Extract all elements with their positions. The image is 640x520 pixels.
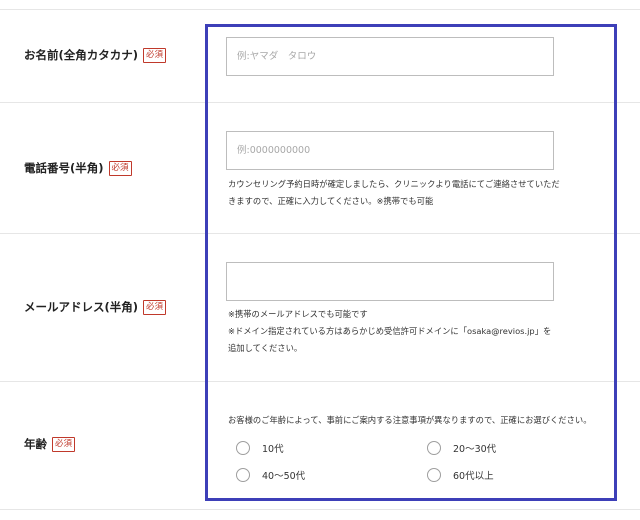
radio-button[interactable] xyxy=(236,441,250,455)
row-divider xyxy=(0,233,640,234)
radio-button[interactable] xyxy=(236,468,250,482)
email-input[interactable] xyxy=(226,262,554,301)
email-note-line: ※ドメイン指定されている方はあらかじめ受信許可ドメインに「osaka@revio… xyxy=(228,326,552,336)
required-badge: 必須 xyxy=(52,436,76,452)
required-badge: 必須 xyxy=(143,47,167,63)
phone-input[interactable] xyxy=(226,131,554,170)
row-divider xyxy=(0,381,640,382)
required-badge: 必須 xyxy=(108,160,132,176)
email-label-text: メールアドレス(半角) xyxy=(24,300,139,314)
phone-note-line: カウンセリング予約日時が確定しましたら、クリニックより電話にてご連絡させていただ xyxy=(228,179,560,189)
phone-label-text: 電話番号(半角) xyxy=(24,161,104,175)
name-label-text: お名前(全角カタカナ) xyxy=(24,48,139,62)
phone-field-label: 電話番号(半角) 必須 xyxy=(24,160,132,176)
email-field-label: メールアドレス(半角) 必須 xyxy=(24,299,167,315)
age-label-text: 年齢 xyxy=(24,437,47,451)
age-description: お客様のご年齢によって、事前にご案内する注意事項が異なりますので、正確にお選びく… xyxy=(228,415,592,425)
name-kana-input[interactable] xyxy=(226,37,554,76)
age-option-60s-plus[interactable]: 60代以上 xyxy=(427,468,494,482)
radio-button[interactable] xyxy=(427,441,441,455)
age-option-40s-50s[interactable]: 40〜50代 xyxy=(236,468,305,482)
row-divider xyxy=(0,9,640,10)
row-divider xyxy=(0,102,640,103)
radio-label: 60代以上 xyxy=(453,471,494,482)
radio-label: 10代 xyxy=(262,444,284,455)
radio-label: 40〜50代 xyxy=(262,471,306,482)
age-option-10s[interactable]: 10代 xyxy=(236,441,284,455)
email-note: ※携帯のメールアドレスでも可能です ※ドメイン指定されている方はあらかじめ受信許… xyxy=(228,306,551,357)
phone-note-line: きますので、正確に入力してください。※携帯でも可能 xyxy=(228,196,434,206)
name-field-label: お名前(全角カタカナ) 必須 xyxy=(24,47,167,63)
age-option-20s-30s[interactable]: 20〜30代 xyxy=(427,441,496,455)
required-badge: 必須 xyxy=(143,299,167,315)
phone-note: カウンセリング予約日時が確定しましたら、クリニックより電話にてご連絡させていただ… xyxy=(228,176,560,210)
email-note-line: ※携帯のメールアドレスでも可能です xyxy=(228,309,368,319)
radio-button[interactable] xyxy=(427,468,441,482)
email-note-line: 追加してください。 xyxy=(228,343,303,353)
radio-label: 20〜30代 xyxy=(453,444,497,455)
age-field-label: 年齢 必須 xyxy=(24,436,76,452)
row-divider xyxy=(0,509,640,510)
